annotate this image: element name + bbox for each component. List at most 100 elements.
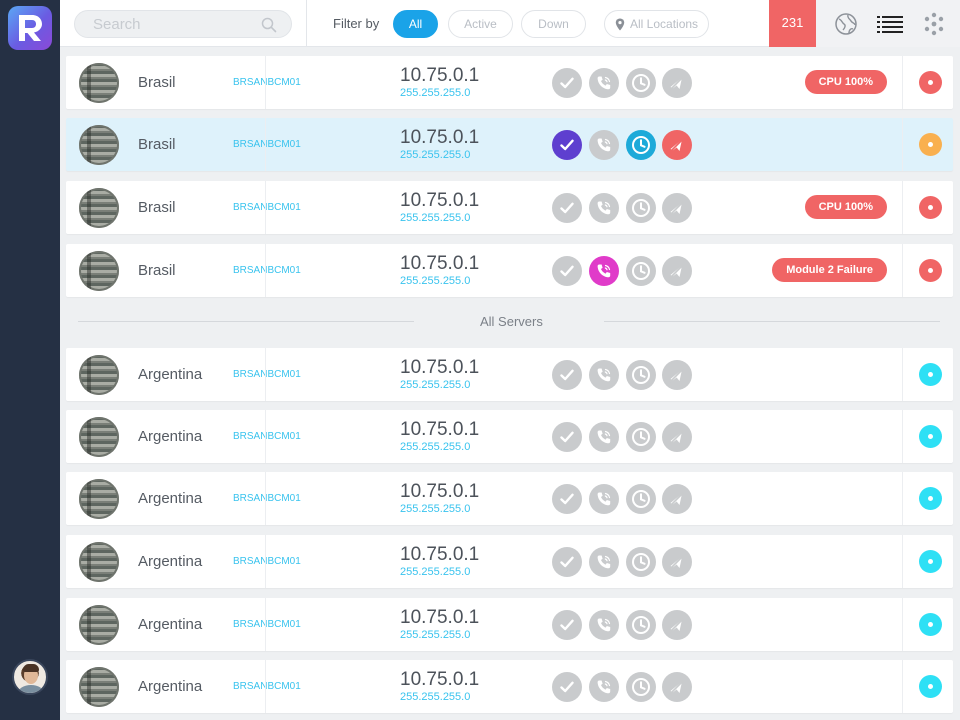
mute-icon[interactable]: [662, 547, 692, 577]
status-indicator[interactable]: [919, 487, 942, 510]
server-thumbnail: [79, 63, 119, 103]
check-icon[interactable]: [552, 610, 582, 640]
column-divider: [265, 535, 266, 588]
status-indicator[interactable]: [919, 363, 942, 386]
clock-icon[interactable]: [626, 130, 656, 160]
server-country: Argentina: [138, 678, 203, 695]
alert-badge[interactable]: Module 2 Failure: [772, 258, 887, 282]
server-ip: 10.75.0.1: [400, 127, 480, 148]
list-icon[interactable]: [876, 10, 904, 38]
status-indicator[interactable]: [919, 133, 942, 156]
phone-icon[interactable]: [589, 610, 619, 640]
server-hostname[interactable]: BRSANBCM01: [233, 619, 301, 630]
user-avatar[interactable]: [12, 659, 48, 695]
server-hostname[interactable]: BRSANBCM01: [233, 265, 301, 276]
check-icon[interactable]: [552, 484, 582, 514]
check-icon[interactable]: [552, 130, 582, 160]
phone-icon[interactable]: [589, 484, 619, 514]
server-country: Brasil: [138, 262, 176, 279]
clock-icon[interactable]: [626, 256, 656, 286]
clock-icon[interactable]: [626, 484, 656, 514]
clock-icon[interactable]: [626, 547, 656, 577]
mute-icon[interactable]: [662, 193, 692, 223]
alert-badge[interactable]: CPU 100%: [804, 195, 887, 219]
status-indicator[interactable]: [919, 613, 942, 636]
server-row[interactable]: Argentina BRSANBCM01 10.75.0.1 255.255.255.…: [66, 598, 953, 651]
phone-icon[interactable]: [589, 422, 619, 452]
alert-badge[interactable]: CPU 100%: [804, 70, 887, 94]
phone-icon[interactable]: [589, 672, 619, 702]
filter-down-button[interactable]: Down: [521, 10, 586, 38]
mute-icon[interactable]: [662, 130, 692, 160]
server-subnet-mask: 255.255.255.0: [400, 566, 471, 578]
server-hostname[interactable]: BRSANBCM01: [233, 369, 301, 380]
mute-icon[interactable]: [662, 256, 692, 286]
server-hostname[interactable]: BRSANBCM01: [233, 556, 301, 567]
check-icon[interactable]: [552, 193, 582, 223]
phone-icon[interactable]: [589, 360, 619, 390]
clock-icon[interactable]: [626, 422, 656, 452]
column-divider: [265, 181, 266, 234]
server-row[interactable]: Argentina BRSANBCM01 10.75.0.1 255.255.255.…: [66, 348, 953, 401]
clock-icon[interactable]: [626, 610, 656, 640]
server-ip: 10.75.0.1: [400, 253, 480, 274]
column-divider: [902, 535, 903, 588]
server-row[interactable]: Argentina BRSANBCM01 10.75.0.1 255.255.255.…: [66, 660, 953, 713]
server-thumbnail: [79, 355, 119, 395]
server-row[interactable]: Brasil BRSANBCM01 10.75.0.1 255.255.255.0 CP…: [66, 56, 953, 109]
filter-active-button[interactable]: Active: [448, 10, 513, 38]
clock-icon[interactable]: [626, 193, 656, 223]
filter-all-button[interactable]: All: [393, 10, 438, 38]
phone-icon[interactable]: [589, 256, 619, 286]
server-row[interactable]: Brasil BRSANBCM01 10.75.0.1 255.255.255.0 Mo…: [66, 244, 953, 297]
check-icon[interactable]: [552, 547, 582, 577]
phone-icon[interactable]: [589, 547, 619, 577]
globe-icon[interactable]: [832, 10, 860, 38]
column-divider: [902, 660, 903, 713]
search-icon[interactable]: [261, 17, 277, 33]
mute-icon[interactable]: [662, 484, 692, 514]
phone-icon[interactable]: [589, 130, 619, 160]
check-icon[interactable]: [552, 672, 582, 702]
status-indicator[interactable]: [919, 675, 942, 698]
server-row[interactable]: Argentina BRSANBCM01 10.75.0.1 255.255.255.…: [66, 410, 953, 463]
server-row[interactable]: Argentina BRSANBCM01 10.75.0.1 255.255.255.…: [66, 472, 953, 525]
grid-dots-icon[interactable]: [920, 10, 948, 38]
server-hostname[interactable]: BRSANBCM01: [233, 77, 301, 88]
clock-icon[interactable]: [626, 360, 656, 390]
server-hostname[interactable]: BRSANBCM01: [233, 681, 301, 692]
status-indicator[interactable]: [919, 196, 942, 219]
check-icon[interactable]: [552, 360, 582, 390]
server-hostname[interactable]: BRSANBCM01: [233, 202, 301, 213]
phone-icon[interactable]: [589, 193, 619, 223]
server-hostname[interactable]: BRSANBCM01: [233, 493, 301, 504]
mute-icon[interactable]: [662, 68, 692, 98]
server-thumbnail: [79, 125, 119, 165]
server-country: Argentina: [138, 366, 203, 383]
server-subnet-mask: 255.255.255.0: [400, 212, 471, 224]
check-icon[interactable]: [552, 422, 582, 452]
check-icon[interactable]: [552, 68, 582, 98]
mute-icon[interactable]: [662, 610, 692, 640]
mute-icon[interactable]: [662, 672, 692, 702]
location-filter[interactable]: All Locations: [604, 10, 709, 38]
clock-icon[interactable]: [626, 672, 656, 702]
server-row[interactable]: Argentina BRSANBCM01 10.75.0.1 255.255.255.…: [66, 535, 953, 588]
server-hostname[interactable]: BRSANBCM01: [233, 431, 301, 442]
status-indicator[interactable]: [919, 259, 942, 282]
clock-icon[interactable]: [626, 68, 656, 98]
app-logo[interactable]: [8, 6, 52, 50]
alert-count-badge[interactable]: 231: [769, 0, 816, 47]
status-indicator[interactable]: [919, 425, 942, 448]
check-icon[interactable]: [552, 256, 582, 286]
mute-icon[interactable]: [662, 422, 692, 452]
status-indicator[interactable]: [919, 71, 942, 94]
all-servers-divider: All Servers: [78, 309, 940, 333]
server-row[interactable]: Brasil BRSANBCM01 10.75.0.1 255.255.255.0: [66, 118, 953, 171]
status-indicator[interactable]: [919, 550, 942, 573]
mute-icon[interactable]: [662, 360, 692, 390]
phone-icon[interactable]: [589, 68, 619, 98]
server-row[interactable]: Brasil BRSANBCM01 10.75.0.1 255.255.255.0 CP…: [66, 181, 953, 234]
search-input[interactable]: [93, 15, 253, 33]
server-hostname[interactable]: BRSANBCM01: [233, 139, 301, 150]
